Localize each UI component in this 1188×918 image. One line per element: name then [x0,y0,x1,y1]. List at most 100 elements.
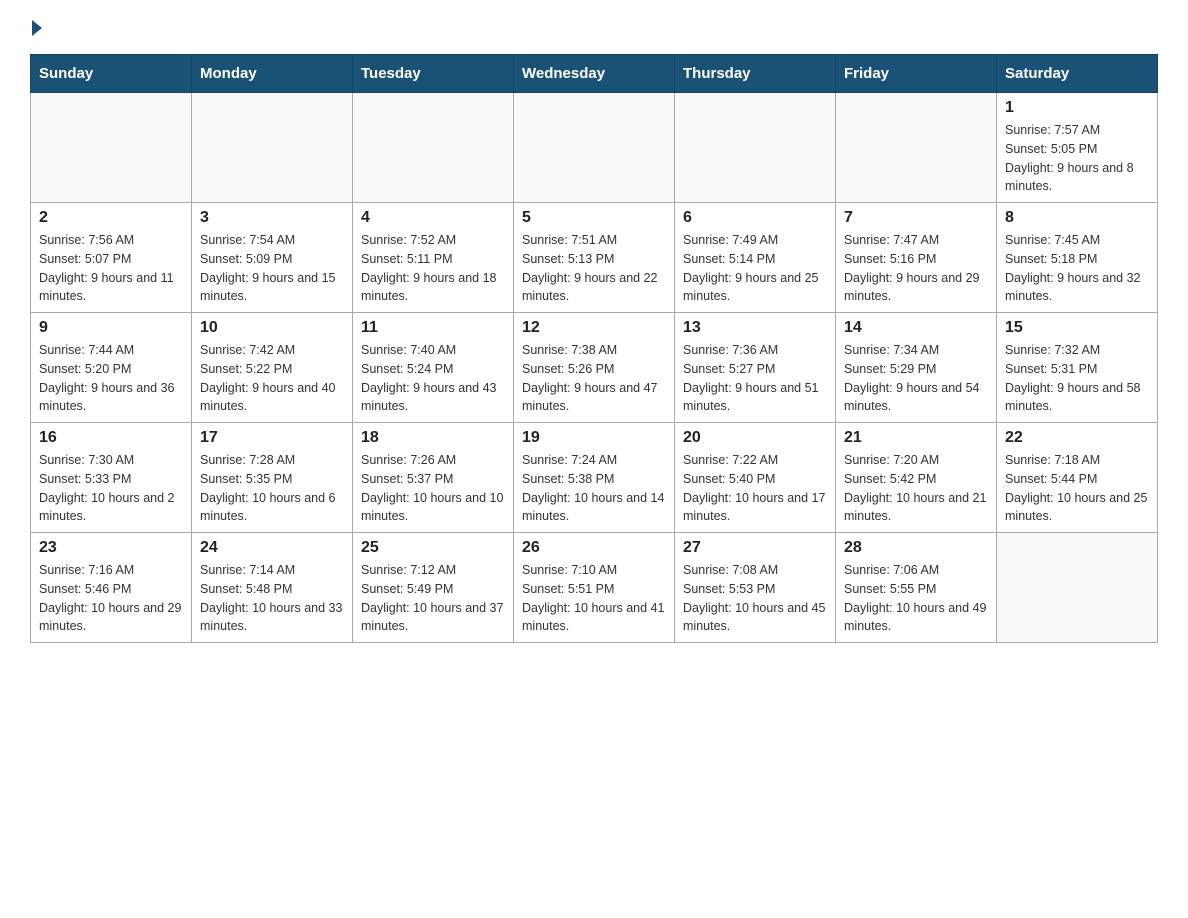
calendar-cell [675,93,836,203]
day-number: 21 [844,429,988,447]
day-number: 28 [844,539,988,557]
logo-arrow-icon [32,20,42,36]
day-number: 14 [844,319,988,337]
calendar-cell: 12 Sunrise: 7:38 AM Sunset: 5:26 PM Dayli… [514,313,675,423]
calendar-cell: 14Sunrise: 7:34 AM Sunset: 5:29 PM Dayli… [836,313,997,423]
calendar-cell [997,533,1158,643]
day-info: Sunrise: 7:51 AM Sunset: 5:13 PM Dayligh… [522,231,666,306]
calendar-week-row: 9 Sunrise: 7:44 AM Sunset: 5:20 PM Daylig… [31,313,1158,423]
day-number: 7 [844,209,988,227]
day-info: Sunrise: 7:38 AM Sunset: 5:26 PM Dayligh… [522,341,666,416]
day-number: 20 [683,429,827,447]
day-number: 2 [39,209,183,227]
day-number: 8 [1005,209,1149,227]
day-info: Sunrise: 7:26 AM Sunset: 5:37 PM Dayligh… [361,451,505,526]
day-number: 12 [522,319,666,337]
day-number: 1 [1005,99,1149,117]
calendar-cell: 10 Sunrise: 7:42 AM Sunset: 5:22 PM Dayli… [192,313,353,423]
calendar-cell: 2 Sunrise: 7:56 AM Sunset: 5:07 PM Daylig… [31,203,192,313]
calendar-cell: 19 Sunrise: 7:24 AM Sunset: 5:38 PM Dayli… [514,423,675,533]
day-info: Sunrise: 7:22 AM Sunset: 5:40 PM Dayligh… [683,451,827,526]
day-of-week-header: Monday [192,55,353,93]
day-number: 4 [361,209,505,227]
calendar-cell: 20 Sunrise: 7:22 AM Sunset: 5:40 PM Dayli… [675,423,836,533]
day-number: 5 [522,209,666,227]
day-number: 15 [1005,319,1149,337]
day-of-week-header: Sunday [31,55,192,93]
calendar-week-row: 23 Sunrise: 7:16 AM Sunset: 5:46 PM Dayli… [31,533,1158,643]
page-header [30,20,1158,36]
day-number: 25 [361,539,505,557]
calendar-cell: 28 Sunrise: 7:06 AM Sunset: 5:55 PM Dayli… [836,533,997,643]
day-of-week-header: Friday [836,55,997,93]
day-of-week-header: Thursday [675,55,836,93]
calendar-cell [353,93,514,203]
calendar-week-row: 16Sunrise: 7:30 AM Sunset: 5:33 PM Dayli… [31,423,1158,533]
calendar-cell: 18 Sunrise: 7:26 AM Sunset: 5:37 PM Dayli… [353,423,514,533]
calendar-week-row: 2 Sunrise: 7:56 AM Sunset: 5:07 PM Daylig… [31,203,1158,313]
day-info: Sunrise: 7:42 AM Sunset: 5:22 PM Dayligh… [200,341,344,416]
calendar-header: SundayMondayTuesdayWednesdayThursdayFrid… [31,55,1158,93]
day-number: 17 [200,429,344,447]
calendar-cell [192,93,353,203]
calendar-week-row: 1 Sunrise: 7:57 AM Sunset: 5:05 PM Daylig… [31,93,1158,203]
calendar-cell: 22 Sunrise: 7:18 AM Sunset: 5:44 PM Dayli… [997,423,1158,533]
day-info: Sunrise: 7:36 AM Sunset: 5:27 PM Dayligh… [683,341,827,416]
day-info: Sunrise: 7:06 AM Sunset: 5:55 PM Dayligh… [844,561,988,636]
calendar-cell: 17 Sunrise: 7:28 AM Sunset: 5:35 PM Dayli… [192,423,353,533]
day-info: Sunrise: 7:54 AM Sunset: 5:09 PM Dayligh… [200,231,344,306]
day-info: Sunrise: 7:56 AM Sunset: 5:07 PM Dayligh… [39,231,183,306]
day-info: Sunrise: 7:57 AM Sunset: 5:05 PM Dayligh… [1005,121,1149,196]
day-number: 9 [39,319,183,337]
day-info: Sunrise: 7:45 AM Sunset: 5:18 PM Dayligh… [1005,231,1149,306]
day-info: Sunrise: 7:32 AM Sunset: 5:31 PM Dayligh… [1005,341,1149,416]
day-number: 3 [200,209,344,227]
day-info: Sunrise: 7:20 AM Sunset: 5:42 PM Dayligh… [844,451,988,526]
day-info: Sunrise: 7:24 AM Sunset: 5:38 PM Dayligh… [522,451,666,526]
calendar-cell: 1 Sunrise: 7:57 AM Sunset: 5:05 PM Daylig… [997,93,1158,203]
day-number: 13 [683,319,827,337]
day-number: 26 [522,539,666,557]
calendar-cell: 6 Sunrise: 7:49 AM Sunset: 5:14 PM Daylig… [675,203,836,313]
calendar-cell: 13 Sunrise: 7:36 AM Sunset: 5:27 PM Dayli… [675,313,836,423]
calendar-cell [31,93,192,203]
calendar-cell: 23 Sunrise: 7:16 AM Sunset: 5:46 PM Dayli… [31,533,192,643]
day-info: Sunrise: 7:12 AM Sunset: 5:49 PM Dayligh… [361,561,505,636]
day-number: 11 [361,319,505,337]
calendar-cell: 15 Sunrise: 7:32 AM Sunset: 5:31 PM Dayli… [997,313,1158,423]
day-info: Sunrise: 7:49 AM Sunset: 5:14 PM Dayligh… [683,231,827,306]
calendar-cell: 27Sunrise: 7:08 AM Sunset: 5:53 PM Dayli… [675,533,836,643]
calendar-cell: 16Sunrise: 7:30 AM Sunset: 5:33 PM Dayli… [31,423,192,533]
day-info: Sunrise: 7:44 AM Sunset: 5:20 PM Dayligh… [39,341,183,416]
day-info: Sunrise: 7:16 AM Sunset: 5:46 PM Dayligh… [39,561,183,636]
day-number: 22 [1005,429,1149,447]
day-number: 19 [522,429,666,447]
day-info: Sunrise: 7:14 AM Sunset: 5:48 PM Dayligh… [200,561,344,636]
day-info: Sunrise: 7:52 AM Sunset: 5:11 PM Dayligh… [361,231,505,306]
calendar-cell: 9 Sunrise: 7:44 AM Sunset: 5:20 PM Daylig… [31,313,192,423]
calendar-cell: 21 Sunrise: 7:20 AM Sunset: 5:42 PM Dayli… [836,423,997,533]
calendar-cell: 5 Sunrise: 7:51 AM Sunset: 5:13 PM Daylig… [514,203,675,313]
day-number: 6 [683,209,827,227]
calendar-cell: 11 Sunrise: 7:40 AM Sunset: 5:24 PM Dayli… [353,313,514,423]
day-number: 24 [200,539,344,557]
calendar-cell: 24 Sunrise: 7:14 AM Sunset: 5:48 PM Dayli… [192,533,353,643]
day-number: 23 [39,539,183,557]
day-of-week-header: Tuesday [353,55,514,93]
days-of-week-row: SundayMondayTuesdayWednesdayThursdayFrid… [31,55,1158,93]
day-info: Sunrise: 7:47 AM Sunset: 5:16 PM Dayligh… [844,231,988,306]
day-number: 18 [361,429,505,447]
day-info: Sunrise: 7:30 AM Sunset: 5:33 PM Dayligh… [39,451,183,526]
calendar-cell [514,93,675,203]
calendar-cell: 7 Sunrise: 7:47 AM Sunset: 5:16 PM Daylig… [836,203,997,313]
day-info: Sunrise: 7:18 AM Sunset: 5:44 PM Dayligh… [1005,451,1149,526]
day-number: 10 [200,319,344,337]
calendar-body: 1 Sunrise: 7:57 AM Sunset: 5:05 PM Daylig… [31,93,1158,643]
day-info: Sunrise: 7:40 AM Sunset: 5:24 PM Dayligh… [361,341,505,416]
day-info: Sunrise: 7:10 AM Sunset: 5:51 PM Dayligh… [522,561,666,636]
calendar-cell: 3 Sunrise: 7:54 AM Sunset: 5:09 PM Daylig… [192,203,353,313]
day-of-week-header: Saturday [997,55,1158,93]
logo [30,20,44,36]
day-info: Sunrise: 7:28 AM Sunset: 5:35 PM Dayligh… [200,451,344,526]
day-info: Sunrise: 7:08 AM Sunset: 5:53 PM Dayligh… [683,561,827,636]
